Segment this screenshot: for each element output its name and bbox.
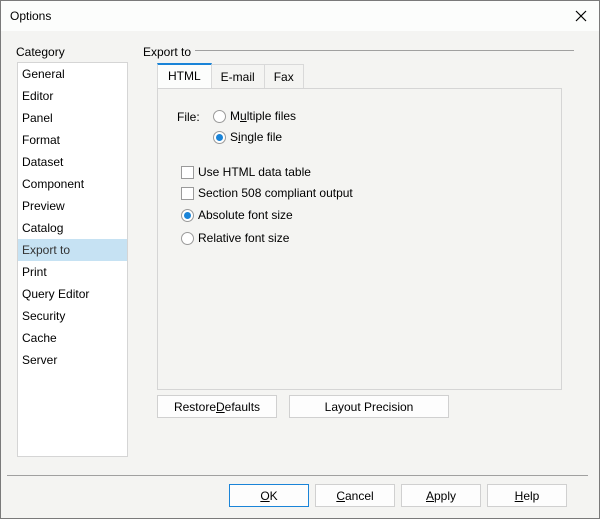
category-item-editor[interactable]: Editor (18, 85, 127, 107)
radio-indicator (181, 231, 194, 245)
multiple-files-label: Multiple files (230, 109, 297, 123)
category-label: Category (16, 45, 65, 59)
checkbox-indicator (181, 186, 194, 200)
category-item-security[interactable]: Security (18, 305, 127, 327)
category-list[interactable]: General Editor Panel Format Dataset Comp… (17, 62, 128, 457)
tab-email[interactable]: E-mail (211, 64, 265, 89)
category-item-dataset[interactable]: Dataset (18, 151, 127, 173)
file-label: File: (177, 110, 200, 124)
export-tabs: HTML E-mail Fax (157, 63, 304, 89)
cancel-button[interactable]: Cancel (315, 484, 395, 507)
category-item-panel[interactable]: Panel (18, 107, 127, 129)
restore-defaults-button[interactable]: Restore Defaults (157, 395, 277, 418)
checkbox-indicator (181, 165, 194, 179)
relative-font-size-label: Relative font size (198, 231, 290, 245)
category-item-format[interactable]: Format (18, 129, 127, 151)
radio-indicator (213, 130, 226, 144)
multiple-files-radio[interactable]: Multiple files (213, 109, 296, 123)
help-button[interactable]: Help (487, 484, 567, 507)
footer-divider (7, 475, 588, 476)
group-divider (195, 50, 574, 51)
close-button[interactable] (563, 1, 599, 31)
use-html-data-table-label: Use HTML data table (198, 165, 311, 179)
ok-button[interactable]: OK (229, 484, 309, 507)
category-item-query-editor[interactable]: Query Editor (18, 283, 127, 305)
window-title: Options (10, 9, 52, 23)
tab-html[interactable]: HTML (157, 63, 212, 89)
tab-fax[interactable]: Fax (264, 64, 304, 89)
close-icon (575, 10, 587, 22)
category-item-export-to[interactable]: Export to (18, 239, 127, 261)
apply-button[interactable]: Apply (401, 484, 481, 507)
title-bar: Options (1, 1, 599, 31)
export-group-label: Export to (143, 45, 192, 59)
category-item-print[interactable]: Print (18, 261, 127, 283)
use-html-data-table-checkbox[interactable]: Use HTML data table (181, 165, 311, 179)
single-file-label: Single file (230, 130, 283, 144)
category-item-server[interactable]: Server (18, 349, 127, 371)
section-508-label: Section 508 compliant output (198, 186, 353, 200)
category-item-component[interactable]: Component (18, 173, 127, 195)
single-file-radio[interactable]: Single file (213, 130, 282, 144)
options-dialog: Options Category General Editor Panel Fo… (0, 0, 600, 519)
relative-font-size-radio[interactable]: Relative font size (181, 231, 289, 245)
radio-indicator (213, 109, 226, 123)
absolute-font-size-radio[interactable]: Absolute font size (181, 208, 293, 222)
radio-indicator (181, 208, 194, 222)
category-item-preview[interactable]: Preview (18, 195, 127, 217)
layout-precision-button[interactable]: Layout Precision (289, 395, 449, 418)
category-item-general[interactable]: General (18, 63, 127, 85)
category-item-cache[interactable]: Cache (18, 327, 127, 349)
category-item-catalog[interactable]: Catalog (18, 217, 127, 239)
section-508-checkbox[interactable]: Section 508 compliant output (181, 186, 353, 200)
absolute-font-size-label: Absolute font size (198, 208, 293, 222)
